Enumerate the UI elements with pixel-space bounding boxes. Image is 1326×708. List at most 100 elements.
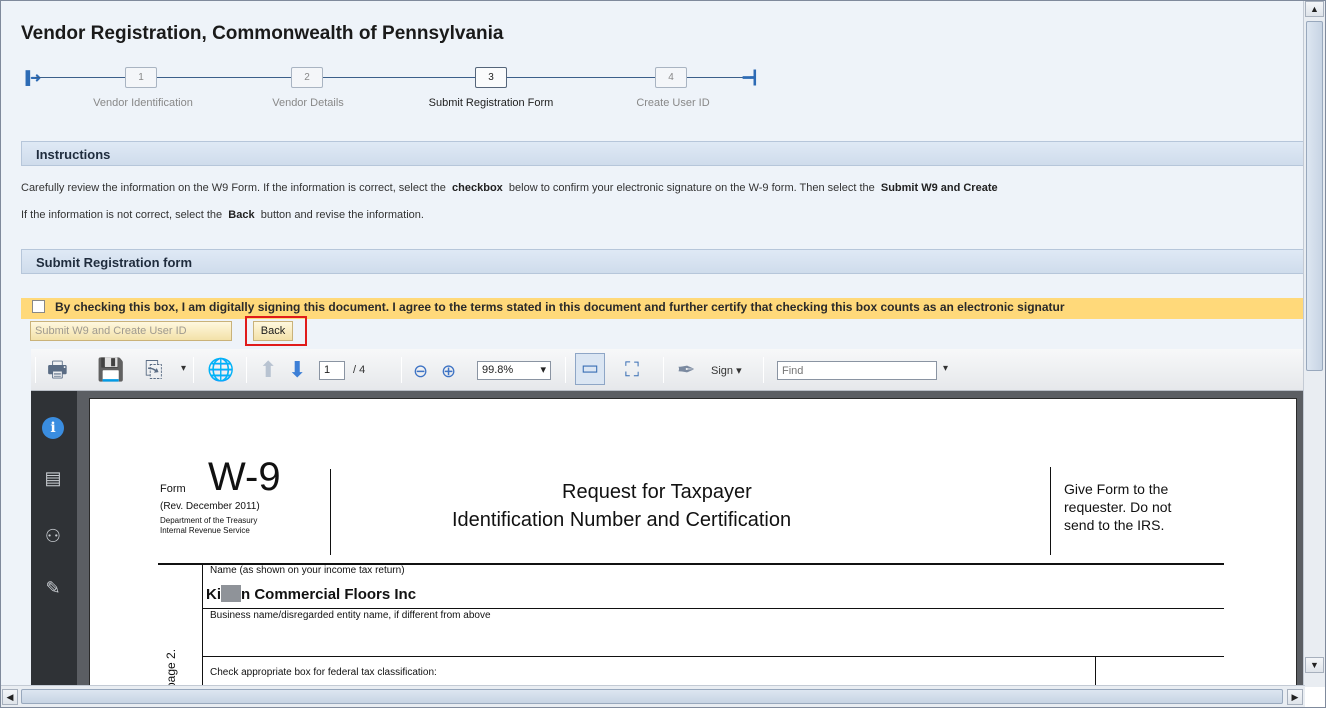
find-input[interactable] (777, 361, 937, 380)
registration-roadmap: ▐➜ 1 2 3 4 ━┫ Vendor Identification Vend… (21, 63, 781, 123)
globe-icon[interactable]: 🌐 (207, 358, 234, 382)
instructions-keyword: Submit W9 and Create (880, 182, 998, 194)
toolbar-separator (401, 357, 402, 383)
page-title: Vendor Registration, Commonwealth of Pen… (21, 23, 504, 44)
roadmap-connector (323, 77, 475, 78)
instructions-line-2: If the information is not correct, selec… (21, 209, 424, 221)
instructions-keyword: Back (228, 209, 255, 221)
w9-pdf-page: Form W-9 (Rev. December 2011) Department… (89, 398, 1297, 685)
fit-width-icon[interactable]: ▭ (575, 353, 605, 385)
horizontal-scroll-thumb[interactable] (21, 689, 1283, 704)
w9-give-line-3: send to the IRS. (1064, 517, 1165, 533)
w9-row-rule (202, 656, 1224, 657)
roadmap-step-4[interactable]: 4 (655, 67, 687, 88)
save-icon[interactable]: 💾 (97, 358, 124, 382)
roadmap-connector (687, 77, 745, 78)
roadmap-step-label: Vendor Identification (93, 97, 193, 109)
previous-page-icon[interactable]: ⬆ (259, 358, 277, 382)
instructions-text: If the information is not correct, selec… (21, 209, 223, 221)
print-icon[interactable]: 🖶 (47, 358, 68, 382)
instructions-line-1: Carefully review the information on the … (21, 182, 998, 194)
share-dropdown-icon[interactable]: ▾ (181, 363, 186, 374)
signature-checkbox[interactable] (32, 300, 45, 313)
w9-revision: (Rev. December 2011) (160, 501, 260, 512)
info-icon[interactable]: i (40, 413, 66, 439)
roadmap-step-label: Submit Registration Form (428, 97, 554, 109)
w9-divider (330, 469, 331, 555)
pdf-side-panel: i ▤ ⚇ ✎ (31, 391, 77, 685)
w9-divider (1050, 467, 1051, 555)
vertical-scrollbar[interactable]: ▲ ▼ (1303, 1, 1325, 687)
roadmap-step-number: 2 (304, 72, 310, 83)
zoom-value: 99.8% (482, 364, 514, 376)
w9-name-redaction (221, 585, 241, 602)
find-dropdown-icon[interactable]: ▾ (943, 363, 948, 374)
w9-name-prefix: Ki (206, 586, 221, 603)
page-total: / 4 (353, 364, 366, 376)
signature-checkbox-label[interactable]: By checking this box, I am digitally sig… (55, 300, 1065, 314)
w9-department: Department of the Treasury (160, 516, 258, 525)
browser-frame: Vendor Registration, Commonwealth of Pen… (0, 0, 1326, 708)
share-icon[interactable]: ⎘ (145, 358, 163, 382)
scroll-left-icon[interactable]: ◀ (2, 689, 18, 705)
w9-business-label: Business name/disregarded entity name, i… (210, 610, 491, 621)
w9-irs: Internal Revenue Service (160, 526, 250, 535)
zoom-in-icon[interactable]: ⊕ (441, 359, 456, 383)
w9-side-text: n page 2. (164, 648, 178, 685)
pdf-toolbar: 🖶 💾 ⎘ ▾ 🌐 ⬆ ⬇ 1 / 4 ⊖ ⊕ 99.8% ▾ ▭ ⛶ ✒ Si… (31, 349, 1303, 391)
roadmap-start-icon: ▐➜ (21, 70, 42, 85)
roadmap-step-number: 4 (668, 72, 674, 83)
roadmap-end-icon: ━┫ (743, 70, 759, 85)
roadmap-step-1[interactable]: 1 (125, 67, 157, 88)
roadmap-step-3[interactable]: 3 (475, 67, 507, 88)
w9-title-line-1: Request for Taxpayer (562, 481, 752, 503)
submit-w9-button[interactable]: Submit W9 and Create User ID (30, 321, 232, 341)
next-page-icon[interactable]: ⬇ (288, 358, 306, 382)
zoom-select[interactable]: 99.8% ▾ (477, 361, 551, 380)
w9-row-rule (202, 608, 1224, 609)
signatures-icon[interactable]: ✎ (40, 575, 66, 601)
page-number-input[interactable]: 1 (319, 361, 345, 380)
sign-pen-icon[interactable]: ✒ (677, 358, 695, 382)
w9-title-line-2: Identification Number and Certification (452, 509, 792, 531)
w9-classification-label: Check appropriate box for federal tax cl… (210, 667, 437, 678)
w9-name-label: Name (as shown on your income tax return… (210, 565, 405, 576)
instructions-text: Carefully review the information on the … (21, 182, 446, 194)
submit-section-header[interactable]: Submit Registration form (21, 249, 1303, 274)
sign-label: Sign (711, 365, 734, 377)
w9-name-value: Ki n Commercial Floors Inc (206, 585, 416, 603)
page-content: Vendor Registration, Commonwealth of Pen… (1, 1, 1303, 685)
roadmap-step-label: Create User ID (636, 97, 710, 109)
scroll-right-icon[interactable]: ▶ (1287, 689, 1303, 705)
zoom-out-icon[interactable]: ⊖ (413, 359, 428, 383)
vertical-scroll-thumb[interactable] (1306, 21, 1323, 371)
roadmap-step-number: 1 (138, 72, 144, 83)
pages-icon[interactable]: ▤ (40, 465, 66, 491)
w9-form-word: Form (160, 483, 186, 495)
sign-menu[interactable]: Sign ▾ (711, 364, 742, 377)
roadmap-step-number: 3 (488, 72, 494, 83)
zoom-dropdown-icon: ▾ (540, 364, 546, 376)
instructions-keyword: checkbox (452, 182, 503, 194)
roadmap-step-2[interactable]: 2 (291, 67, 323, 88)
instructions-text: button and revise the information. (260, 209, 424, 221)
scroll-down-icon[interactable]: ▼ (1305, 657, 1324, 673)
binoculars-icon[interactable]: ⚇ (40, 523, 66, 549)
roadmap-connector (507, 77, 655, 78)
roadmap-step-label: Vendor Details (272, 97, 344, 109)
instructions-header[interactable]: Instructions (21, 141, 1303, 166)
instructions-text: below to confirm your electronic signatu… (508, 182, 875, 194)
w9-give-line-2: requester. Do not (1064, 499, 1172, 515)
horizontal-scrollbar[interactable]: ◀ ▶ (1, 685, 1305, 707)
toolbar-separator (193, 357, 194, 383)
roadmap-connector (157, 77, 291, 78)
toolbar-separator (246, 357, 247, 383)
w9-left-margin-rule (202, 563, 203, 685)
back-button-highlight (245, 316, 307, 346)
roadmap-connector (35, 77, 125, 78)
scroll-up-icon[interactable]: ▲ (1305, 1, 1324, 17)
w9-give-line-1: Give Form to the (1064, 481, 1169, 497)
fit-page-icon[interactable]: ⛶ (625, 358, 639, 382)
toolbar-separator (763, 357, 764, 383)
toolbar-separator (35, 357, 36, 383)
